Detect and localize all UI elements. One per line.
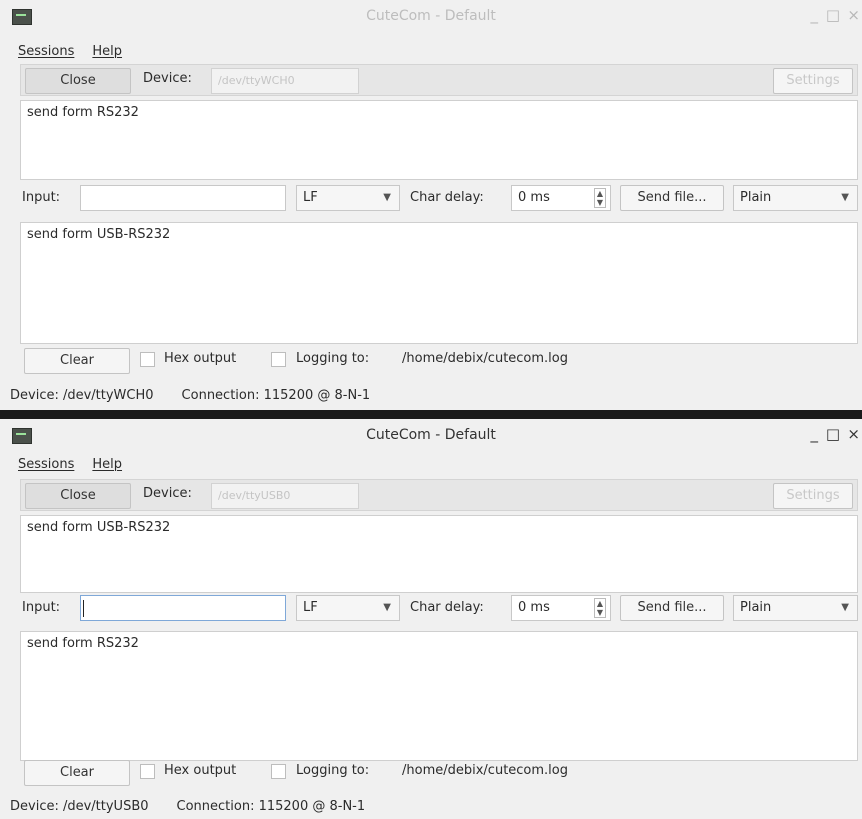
menu-help[interactable]: Help — [92, 457, 122, 472]
char-delay-value: 0 ms — [518, 600, 550, 615]
dropdown-arrow-icon: ▼ — [383, 192, 391, 203]
clear-button[interactable]: Clear — [24, 348, 130, 374]
device-value: /dev/ttyUSB0 — [218, 489, 291, 502]
input-row: Input: LF ▼ Char delay: 0 ms ▲ ▼ Send file.… — [0, 183, 862, 213]
received-output[interactable]: send form USB-RS232 — [20, 515, 858, 593]
status-connection: Connection: 115200 @ 8-N-1 — [181, 388, 371, 403]
close-port-button[interactable]: Close — [25, 68, 131, 94]
menu-sessions[interactable]: Sessions — [18, 457, 74, 472]
line-ending-value: LF — [303, 190, 318, 205]
title-bar[interactable]: CuteCom - Default _ □ × — [0, 0, 862, 34]
line-ending-select[interactable]: LF ▼ — [296, 185, 400, 211]
send-file-button[interactable]: Send file... — [620, 185, 724, 211]
line-ending-value: LF — [303, 600, 318, 615]
close-port-button[interactable]: Close — [25, 483, 131, 509]
received-output[interactable]: send form RS232 — [20, 100, 858, 180]
device-label: Device: — [143, 71, 192, 86]
window-title: CuteCom - Default — [366, 427, 496, 443]
input-label: Input: — [22, 600, 61, 615]
device-select[interactable]: /dev/ttyWCH0 — [211, 68, 359, 94]
close-window-button[interactable]: × — [847, 425, 860, 443]
log-options-row: Clear Hex output Logging to: /home/debix… — [0, 345, 862, 375]
format-value: Plain — [740, 190, 772, 205]
minimize-button[interactable]: _ — [811, 6, 819, 24]
send-file-button[interactable]: Send file... — [620, 595, 724, 621]
dropdown-arrow-icon: ▼ — [383, 602, 391, 613]
logging-checkbox[interactable] — [271, 764, 286, 779]
cutecom-window-2: CuteCom - Default _ □ × Sessions Help Cl… — [0, 419, 862, 819]
close-window-button[interactable]: × — [847, 6, 860, 24]
logging-label[interactable]: Logging to: — [296, 351, 369, 366]
log-file-path[interactable]: /home/debix/cutecom.log — [402, 351, 568, 366]
device-label: Device: — [143, 486, 192, 501]
input-label: Input: — [22, 190, 61, 205]
input-field[interactable] — [80, 185, 286, 211]
char-delay-label: Char delay: — [410, 600, 484, 615]
char-delay-spinbox[interactable]: 0 ms ▲ ▼ — [511, 595, 611, 621]
menu-bar: Sessions Help — [18, 457, 122, 472]
menu-bar: Sessions Help — [18, 44, 122, 59]
logging-checkbox[interactable] — [271, 352, 286, 367]
title-bar[interactable]: CuteCom - Default _ □ × — [0, 419, 862, 453]
received-text: send form USB-RS232 — [27, 520, 171, 535]
connection-toolbar: Close Device: /dev/ttyUSB0 Settings — [20, 479, 858, 511]
dropdown-arrow-icon: ▼ — [841, 602, 849, 613]
settings-button[interactable]: Settings — [773, 483, 853, 509]
maximize-button[interactable]: □ — [826, 425, 840, 443]
hex-output-checkbox[interactable] — [140, 764, 155, 779]
logging-label[interactable]: Logging to: — [296, 763, 369, 778]
input-row: Input: LF ▼ Char delay: 0 ms ▲ ▼ Send file.… — [0, 593, 862, 623]
device-select[interactable]: /dev/ttyUSB0 — [211, 483, 359, 509]
clear-button[interactable]: Clear — [24, 760, 130, 786]
status-device: Device: /dev/ttyUSB0 — [10, 799, 149, 814]
menu-sessions[interactable]: Sessions — [18, 44, 74, 59]
line-ending-select[interactable]: LF ▼ — [296, 595, 400, 621]
status-device: Device: /dev/ttyWCH0 — [10, 388, 154, 403]
sent-output[interactable]: send form RS232 — [20, 631, 858, 761]
spin-arrows-icon[interactable]: ▲ ▼ — [594, 598, 606, 618]
received-text: send form RS232 — [27, 105, 139, 120]
input-field[interactable] — [80, 595, 286, 621]
window-title: CuteCom - Default — [366, 8, 496, 24]
log-file-path[interactable]: /home/debix/cutecom.log — [402, 763, 568, 778]
status-connection: Connection: 115200 @ 8-N-1 — [176, 799, 366, 814]
settings-button[interactable]: Settings — [773, 68, 853, 94]
format-select[interactable]: Plain ▼ — [733, 185, 858, 211]
status-bar: Device: /dev/ttyUSB0 Connection: 115200 … — [10, 799, 365, 814]
menu-help[interactable]: Help — [92, 44, 122, 59]
log-options-row: Clear Hex output Logging to: /home/debix… — [0, 757, 862, 787]
format-select[interactable]: Plain ▼ — [733, 595, 858, 621]
device-value: /dev/ttyWCH0 — [218, 74, 295, 87]
cutecom-window-1: CuteCom - Default _ □ × Sessions Help Cl… — [0, 0, 862, 410]
dropdown-arrow-icon: ▼ — [841, 192, 849, 203]
text-caret — [83, 600, 84, 617]
spin-arrows-icon[interactable]: ▲ ▼ — [594, 188, 606, 208]
char-delay-spinbox[interactable]: 0 ms ▲ ▼ — [511, 185, 611, 211]
hex-output-label[interactable]: Hex output — [164, 351, 236, 366]
status-bar: Device: /dev/ttyWCH0 Connection: 115200 … — [10, 388, 370, 403]
connection-toolbar: Close Device: /dev/ttyWCH0 Settings — [20, 64, 858, 96]
format-value: Plain — [740, 600, 772, 615]
minimize-button[interactable]: _ — [811, 425, 819, 443]
hex-output-label[interactable]: Hex output — [164, 763, 236, 778]
sent-text: send form USB-RS232 — [27, 227, 171, 242]
sent-output[interactable]: send form USB-RS232 — [20, 222, 858, 344]
maximize-button[interactable]: □ — [826, 6, 840, 24]
hex-output-checkbox[interactable] — [140, 352, 155, 367]
char-delay-label: Char delay: — [410, 190, 484, 205]
char-delay-value: 0 ms — [518, 190, 550, 205]
screenshot-divider — [0, 410, 862, 419]
sent-text: send form RS232 — [27, 636, 139, 651]
